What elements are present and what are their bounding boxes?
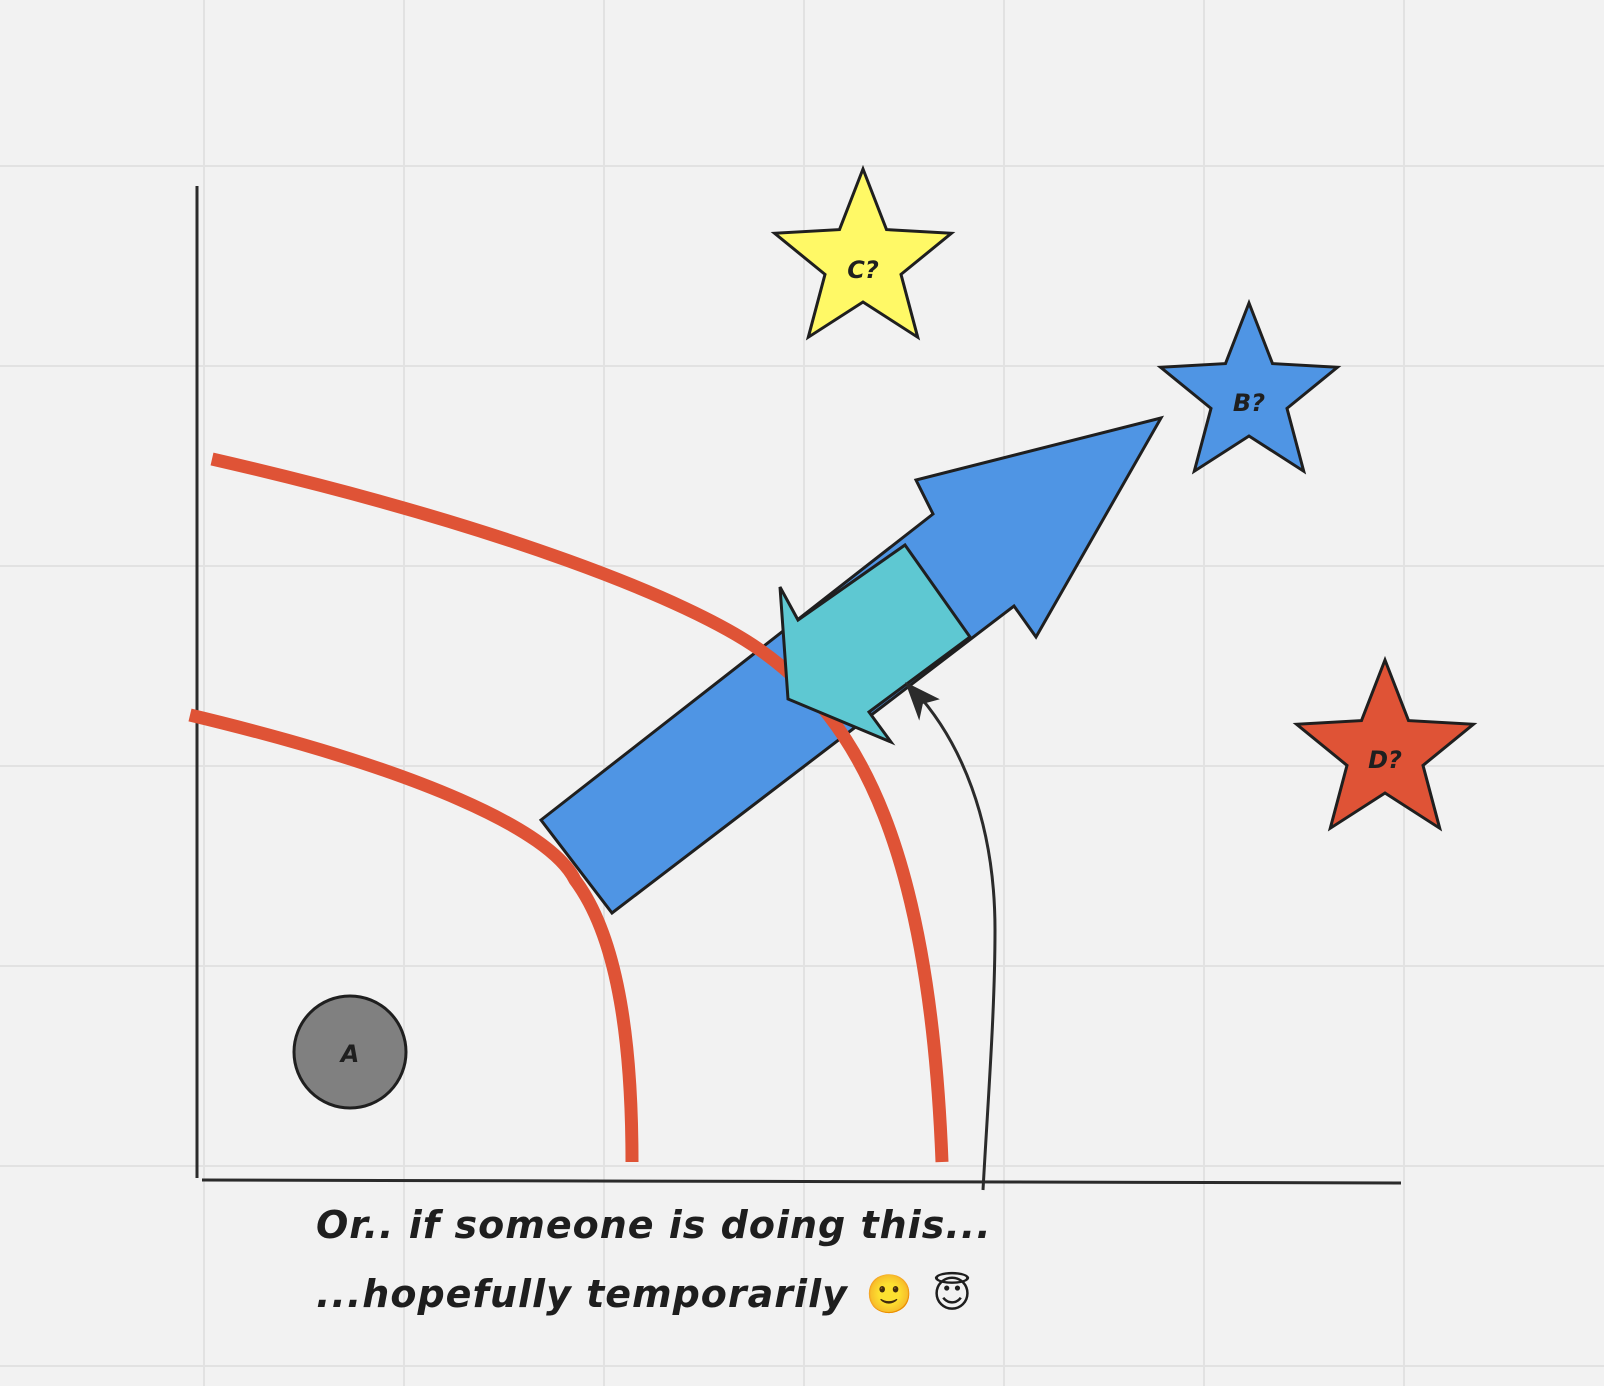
star-b[interactable]: B? (1156, 298, 1342, 475)
star-b-shape (1156, 298, 1342, 475)
smile-emoji-icon: 🙂 (865, 1272, 915, 1316)
star-c-shape (770, 164, 956, 341)
star-d-label: D? (1368, 746, 1402, 774)
star-c-label: C? (847, 256, 879, 284)
caption-line-2[interactable]: ...hopefully temporarily 🙂 😇 (316, 1272, 973, 1317)
star-c[interactable]: C? (770, 164, 956, 341)
inner-red-curve[interactable] (188, 708, 639, 1163)
x-axis (201, 1178, 1402, 1185)
caption-line-1-text: Or.. if someone is doing this... (316, 1203, 992, 1247)
circle-a-label: A (339, 1040, 360, 1068)
whiteboard-canvas[interactable]: C? B? D? A (0, 0, 1604, 1386)
star-d[interactable]: D? (1292, 655, 1478, 832)
halo-emoji-icon: 😇 (932, 1272, 973, 1316)
star-b-label: B? (1233, 389, 1265, 417)
star-d-shape (1292, 655, 1478, 832)
caption-line-2-text: ...hopefully temporarily (316, 1272, 848, 1316)
caption-line-1[interactable]: Or.. if someone is doing this... (316, 1203, 992, 1247)
circle-a[interactable]: A (292, 994, 408, 1110)
